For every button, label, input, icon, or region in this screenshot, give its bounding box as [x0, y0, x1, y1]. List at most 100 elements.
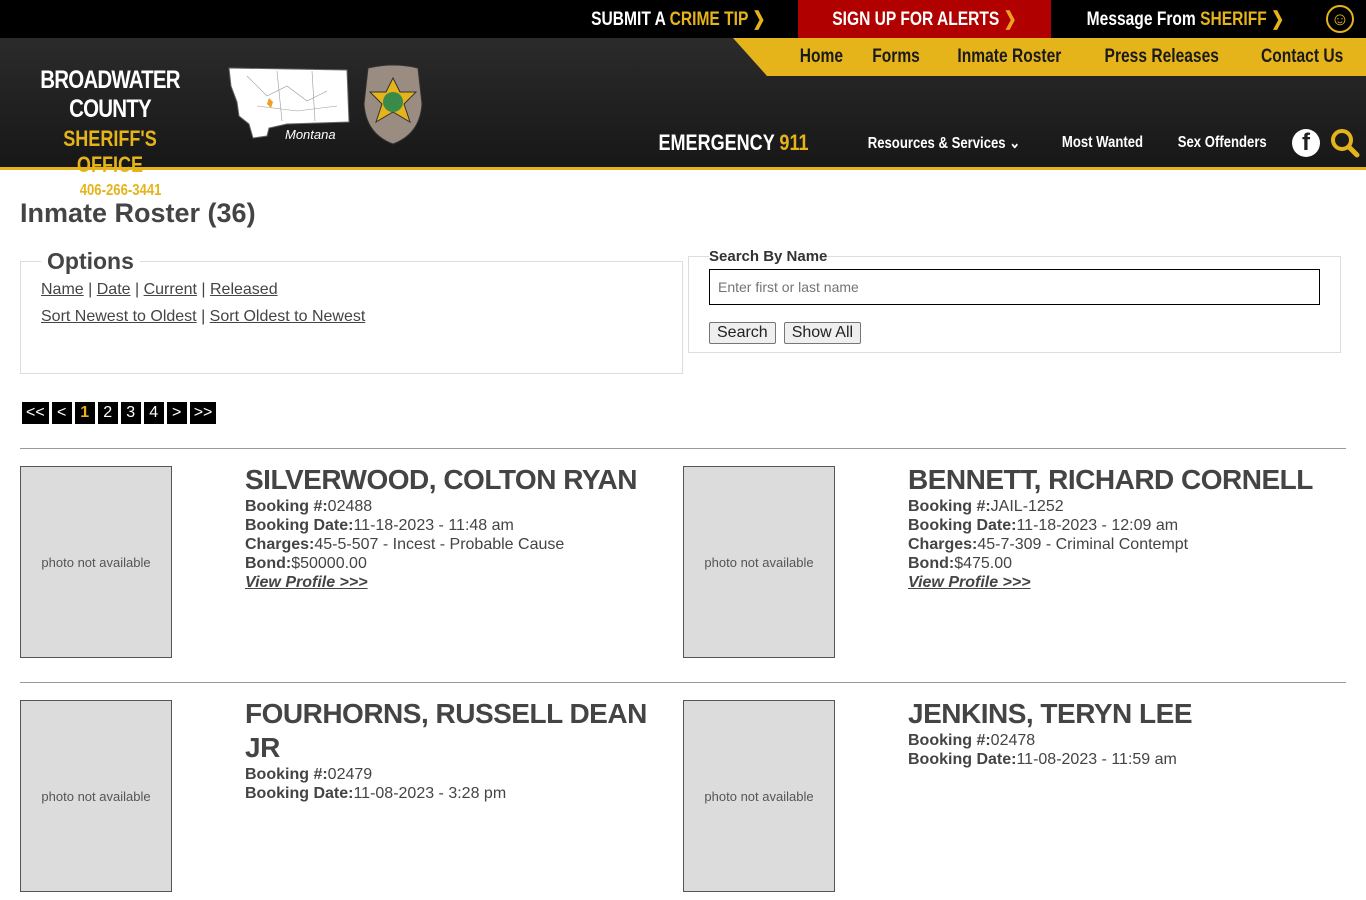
- show-all-button[interactable]: Show All: [783, 322, 862, 344]
- name-search-input[interactable]: [709, 269, 1320, 305]
- phone-label: Phone:: [31, 182, 80, 199]
- crime-tip-text: SUBMIT A: [590, 8, 670, 30]
- pagination: << < 1 2 3 4 > >>: [22, 402, 217, 424]
- booking-date: Booking Date:11-08-2023 - 11:59 am: [908, 750, 1192, 769]
- view-profile-link[interactable]: View Profile >>>: [908, 574, 1031, 591]
- inmate-card: photo not available SILVERWOOD, COLTON R…: [20, 464, 683, 666]
- booking-label: Booking #:: [245, 498, 328, 515]
- main-nav: Home Forms Inmate Roster Press Releases …: [733, 38, 1366, 76]
- charges-value: 45-5-507 - Incest - Probable Cause: [314, 536, 565, 553]
- emergency-label: EMERGENCY: [658, 130, 780, 155]
- nav-inmate-roster[interactable]: Inmate Roster: [957, 46, 1061, 68]
- secondary-nav: EMERGENCY 911 Resources & Services ⌄ Mos…: [642, 125, 1366, 161]
- booking-value: 02488: [327, 498, 373, 515]
- bond: Bond:$50000.00: [245, 554, 637, 573]
- page-3-button[interactable]: 3: [120, 402, 141, 424]
- brand-office: SHERIFF'S OFFICE: [63, 126, 157, 177]
- search-legend: Search By Name: [709, 248, 828, 265]
- date-value: 11-08-2023 - 3:28 pm: [353, 785, 507, 802]
- page-4-button[interactable]: 4: [143, 402, 164, 424]
- inmate-name: SILVERWOOD, COLTON RYAN: [245, 464, 637, 495]
- inmate-photo: photo not available: [683, 466, 835, 658]
- search-button[interactable]: Search: [709, 322, 776, 344]
- date-value: 11-08-2023 - 11:59 am: [1016, 751, 1177, 768]
- date-label: Booking Date:: [245, 785, 354, 802]
- sort-newest-link[interactable]: Sort Newest to Oldest: [41, 308, 197, 325]
- phone-number: 406-266-3441: [79, 182, 162, 199]
- montana-map-icon: Montana: [228, 67, 350, 142]
- bond-label: Bond:: [245, 555, 292, 572]
- nav-resources[interactable]: Resources & Services ⌄: [867, 133, 1019, 153]
- booking-label: Booking #:: [908, 732, 991, 749]
- date-label: Booking Date:: [908, 517, 1017, 534]
- sheriff-highlight: SHERIFF: [1200, 8, 1267, 30]
- inmate-photo: photo not available: [683, 700, 835, 892]
- options-panel: Options Name | Date | Current | Released…: [20, 248, 683, 374]
- page-2-button[interactable]: 2: [97, 402, 118, 424]
- released-link[interactable]: Released: [210, 281, 278, 298]
- booking-label: Booking #:: [245, 766, 328, 783]
- inmate-card: photo not available JENKINS, TERYN LEE B…: [683, 698, 1346, 900]
- view-profile-link[interactable]: View Profile >>>: [245, 574, 368, 591]
- booking-label: Booking #:: [908, 498, 991, 515]
- inmate-card: photo not available BENNETT, RICHARD COR…: [683, 464, 1346, 666]
- last-page-button[interactable]: >>: [189, 402, 217, 424]
- facebook-icon[interactable]: f: [1292, 129, 1320, 157]
- sheriff-message-link[interactable]: Message From SHERIFF ❯: [1051, 0, 1320, 38]
- bond-value: $475.00: [954, 555, 1013, 572]
- brand-county: BROADWATER COUNTY: [40, 66, 180, 123]
- next-page-button[interactable]: >: [166, 402, 187, 424]
- prev-page-button[interactable]: <: [51, 402, 72, 424]
- divider: [20, 682, 1346, 683]
- current-link[interactable]: Current: [144, 281, 197, 298]
- search-icon[interactable]: [1330, 128, 1360, 158]
- nav-press-releases[interactable]: Press Releases: [1105, 46, 1219, 68]
- brand-logo[interactable]: BROADWATER COUNTY SHERIFF'S OFFICE Phone…: [10, 66, 210, 218]
- charges: Charges:45-7-309 - Criminal Contempt: [908, 535, 1313, 554]
- date-value: 11-18-2023 - 12:09 am: [1016, 517, 1179, 534]
- nav-contact-us[interactable]: Contact Us: [1261, 46, 1343, 68]
- nav-forms[interactable]: Forms: [873, 46, 921, 68]
- inmate-photo: photo not available: [20, 700, 172, 892]
- crime-tip-highlight: CRIME TIP: [669, 8, 748, 30]
- sheriff-text: Message From: [1086, 8, 1201, 30]
- sort-date-link[interactable]: Date: [97, 281, 131, 298]
- alerts-text: SIGN UP FOR ALERTS: [832, 8, 1000, 30]
- top-bar: SUBMIT A CRIME TIP ❯ SIGN UP FOR ALERTS …: [0, 0, 1366, 38]
- charges-label: Charges:: [908, 536, 978, 553]
- resources-label: Resources & Services: [867, 135, 1006, 152]
- charges-label: Charges:: [245, 536, 315, 553]
- chevron-right-icon: ❯: [752, 8, 766, 30]
- page-1-button[interactable]: 1: [74, 402, 95, 424]
- date-label: Booking Date:: [245, 517, 354, 534]
- inmate-photo: photo not available: [20, 466, 172, 658]
- chevron-right-icon: ❯: [1003, 8, 1017, 30]
- booking-value: 02479: [327, 766, 373, 783]
- nav-sex-offenders[interactable]: Sex Offenders: [1177, 134, 1266, 152]
- date-value: 11-18-2023 - 11:48 am: [353, 517, 514, 534]
- date-label: Booking Date:: [908, 751, 1017, 768]
- order-options: Sort Newest to Oldest | Sort Oldest to N…: [41, 308, 366, 325]
- booking-number: Booking #:02488: [245, 497, 637, 516]
- inmate-name: BENNETT, RICHARD CORNELL: [908, 464, 1313, 495]
- booking-value: 02478: [990, 732, 1036, 749]
- sort-oldest-link[interactable]: Sort Oldest to Newest: [210, 308, 366, 325]
- nav-most-wanted[interactable]: Most Wanted: [1061, 134, 1142, 152]
- bond-value: $50000.00: [291, 555, 367, 572]
- alerts-link[interactable]: SIGN UP FOR ALERTS ❯: [798, 0, 1052, 38]
- sort-name-link[interactable]: Name: [41, 281, 84, 298]
- chevron-right-icon: ❯: [1271, 8, 1285, 30]
- accessibility-icon[interactable]: ☺: [1326, 5, 1354, 33]
- booking-date: Booking Date:11-18-2023 - 12:09 am: [908, 516, 1313, 535]
- booking-number: Booking #:02478: [908, 731, 1192, 750]
- options-legend: Options: [47, 248, 134, 274]
- crime-tip-link[interactable]: SUBMIT A CRIME TIP ❯: [558, 0, 799, 38]
- map-label: Montana: [285, 127, 336, 142]
- sort-options: Name | Date | Current | Released: [41, 281, 278, 298]
- first-page-button[interactable]: <<: [22, 402, 49, 424]
- bond-label: Bond:: [908, 555, 955, 572]
- nav-home[interactable]: Home: [799, 46, 842, 68]
- divider: [20, 448, 1346, 449]
- booking-date: Booking Date:11-18-2023 - 11:48 am: [245, 516, 637, 535]
- charges: Charges:45-5-507 - Incest - Probable Cau…: [245, 535, 637, 554]
